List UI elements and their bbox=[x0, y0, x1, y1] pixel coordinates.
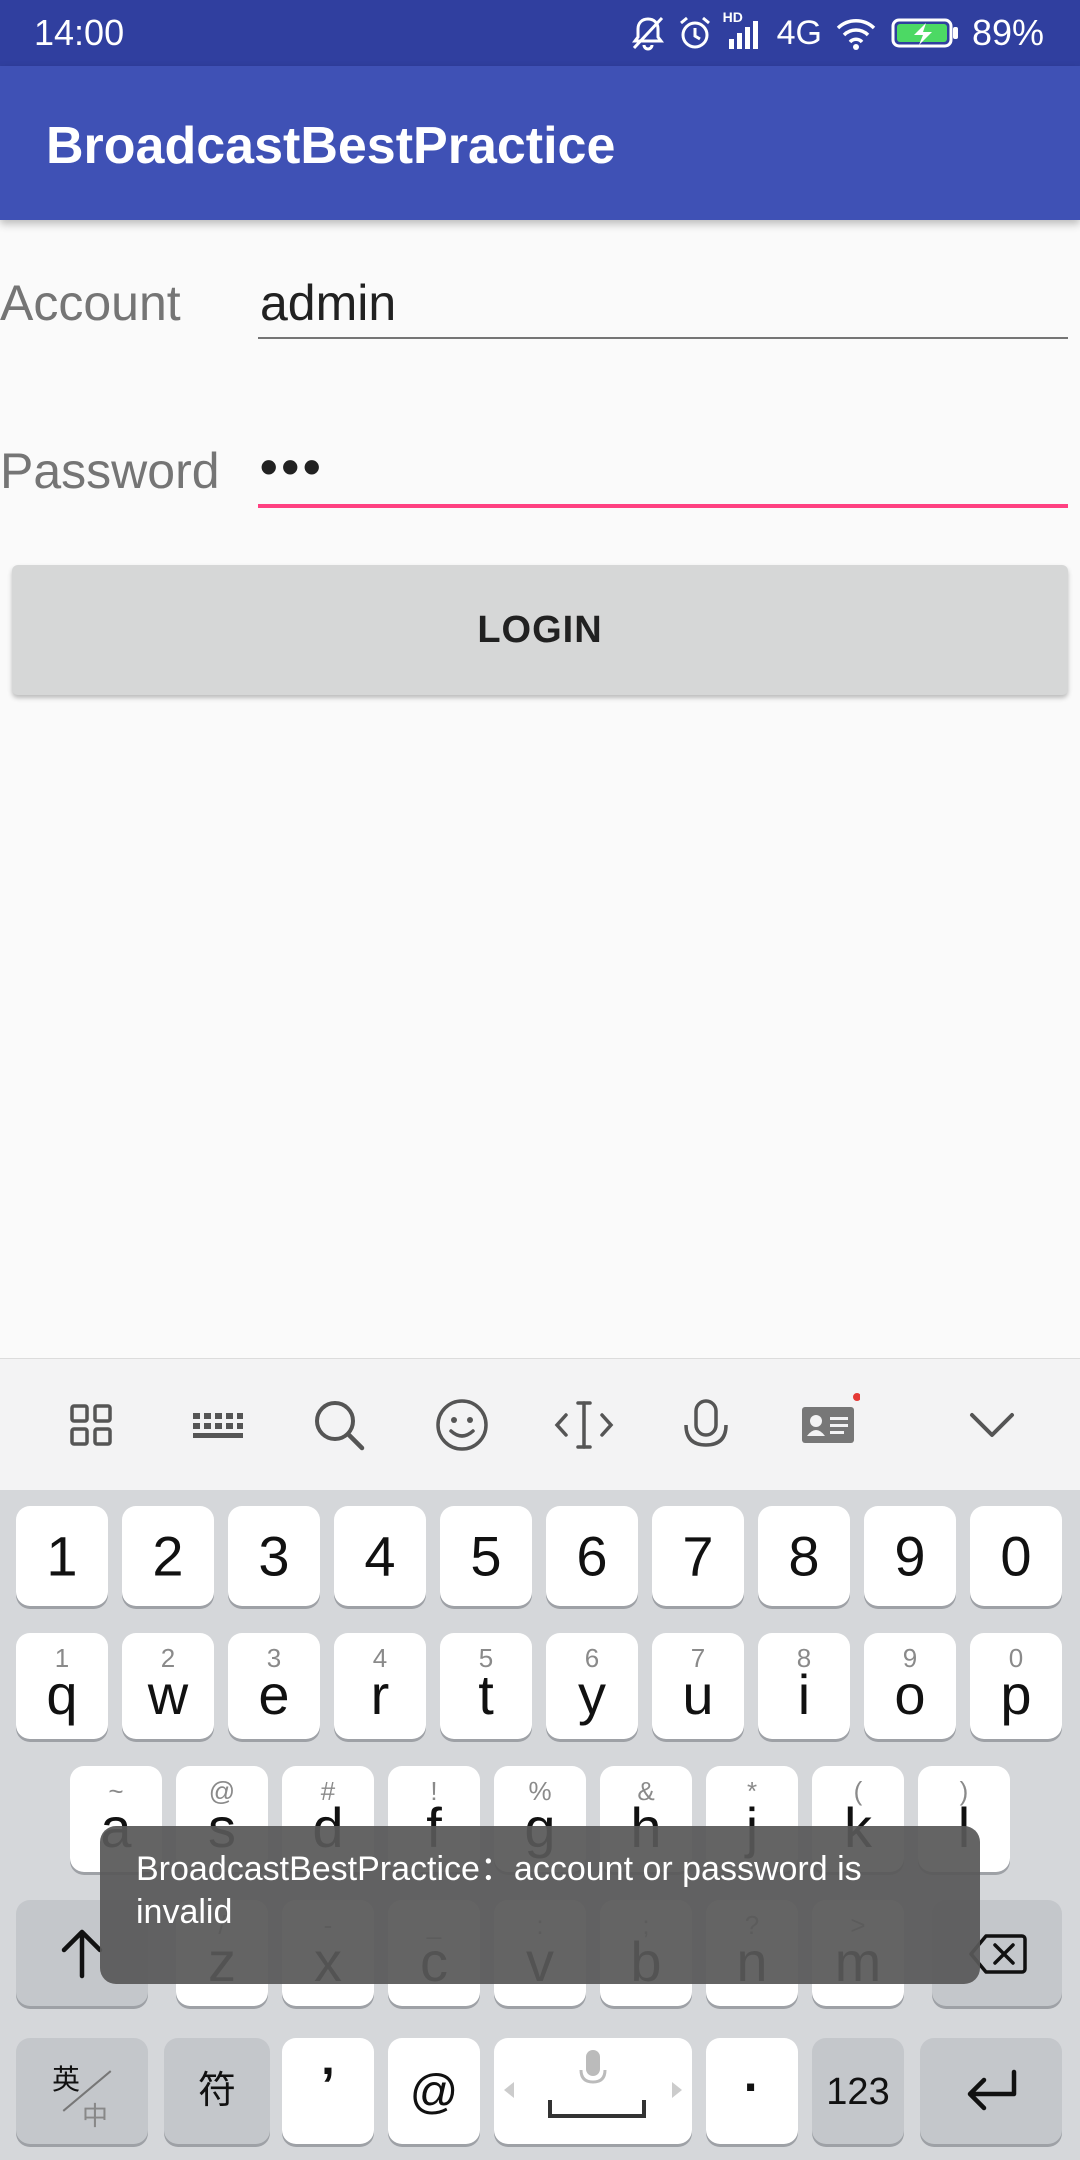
keyboard: 1 2 3 4 5 6 7 8 9 0 1q 2w 3e 4r 5t 6y 7u… bbox=[0, 1490, 1080, 2160]
space-bar-icon bbox=[548, 2100, 646, 2118]
language-switch-key[interactable]: 英 中 bbox=[16, 2038, 148, 2144]
microphone-icon[interactable] bbox=[674, 1393, 738, 1457]
space-right-arrow-icon bbox=[672, 2082, 682, 2098]
key-i[interactable]: 8i bbox=[758, 1633, 850, 1739]
key-5[interactable]: 5 bbox=[440, 1506, 532, 1606]
alarm-icon bbox=[677, 15, 713, 51]
emoji-icon[interactable] bbox=[430, 1393, 494, 1457]
space-left-arrow-icon bbox=[504, 2082, 514, 2098]
key-0[interactable]: 0 bbox=[970, 1506, 1062, 1606]
numbers-key[interactable]: 123 bbox=[812, 2038, 904, 2144]
account-input[interactable] bbox=[258, 264, 1072, 342]
key-9[interactable]: 9 bbox=[864, 1506, 956, 1606]
key-4[interactable]: 4 bbox=[334, 1506, 426, 1606]
symbols-key[interactable]: 符 bbox=[164, 2038, 270, 2144]
contact-card-icon[interactable] bbox=[796, 1393, 861, 1457]
toast-message: BroadcastBestPractice：account or passwor… bbox=[100, 1826, 980, 1984]
key-comma[interactable]: ’ bbox=[282, 2038, 374, 2144]
wifi-icon bbox=[834, 15, 878, 51]
password-underline-focused bbox=[258, 504, 1068, 508]
key-t[interactable]: 5t bbox=[440, 1633, 532, 1739]
password-input[interactable]: ••• bbox=[258, 432, 1072, 510]
signal-icon: HD bbox=[723, 9, 765, 51]
key-q[interactable]: 1q bbox=[16, 1633, 108, 1739]
app-title: BroadcastBestPractice bbox=[46, 117, 616, 175]
enter-key[interactable] bbox=[920, 2038, 1062, 2144]
bell-off-icon bbox=[631, 15, 665, 51]
key-period[interactable]: · bbox=[706, 2038, 798, 2144]
key-r[interactable]: 4r bbox=[334, 1633, 426, 1739]
key-w[interactable]: 2w bbox=[122, 1633, 214, 1739]
key-at[interactable]: @ bbox=[388, 2038, 480, 2144]
keyboard-icon[interactable] bbox=[185, 1393, 249, 1457]
app-bar: BroadcastBestPractice bbox=[0, 66, 1080, 220]
hd-label: HD bbox=[722, 9, 743, 25]
status-time: 14:00 bbox=[34, 12, 125, 53]
key-e[interactable]: 3e bbox=[228, 1633, 320, 1739]
cursor-icon[interactable] bbox=[552, 1393, 616, 1457]
space-key[interactable] bbox=[494, 2038, 692, 2144]
keyboard-toolbar bbox=[0, 1358, 1080, 1491]
search-icon[interactable] bbox=[307, 1393, 371, 1457]
key-2[interactable]: 2 bbox=[122, 1506, 214, 1606]
key-1[interactable]: 1 bbox=[16, 1506, 108, 1606]
key-y[interactable]: 6y bbox=[546, 1633, 638, 1739]
battery-percent: 89% bbox=[971, 12, 1044, 53]
grid-icon[interactable] bbox=[59, 1393, 123, 1457]
network-type: 4G bbox=[776, 13, 822, 52]
key-6[interactable]: 6 bbox=[546, 1506, 638, 1606]
key-u[interactable]: 7u bbox=[652, 1633, 744, 1739]
key-7[interactable]: 7 bbox=[652, 1506, 744, 1606]
enter-arrow-icon bbox=[964, 2066, 1020, 2121]
lang-bottom-label: 中 bbox=[82, 2101, 109, 2131]
login-button[interactable]: LOGIN bbox=[12, 565, 1068, 695]
status-icons: HD 4G 89% bbox=[631, 9, 1044, 56]
lang-top-label: 英 bbox=[52, 2064, 81, 2095]
key-8[interactable]: 8 bbox=[758, 1506, 850, 1606]
key-p[interactable]: 0p bbox=[970, 1633, 1062, 1739]
account-underline bbox=[258, 337, 1068, 339]
collapse-chevron-icon[interactable] bbox=[960, 1393, 1024, 1457]
space-mic-icon bbox=[578, 2048, 608, 2097]
key-3[interactable]: 3 bbox=[228, 1506, 320, 1606]
password-label: Password bbox=[0, 443, 220, 499]
account-label: Account bbox=[0, 275, 181, 331]
battery-charging-icon bbox=[890, 15, 960, 51]
key-o[interactable]: 9o bbox=[864, 1633, 956, 1739]
status-bar: 14:00 HD 4G 89% bbox=[0, 0, 1080, 66]
